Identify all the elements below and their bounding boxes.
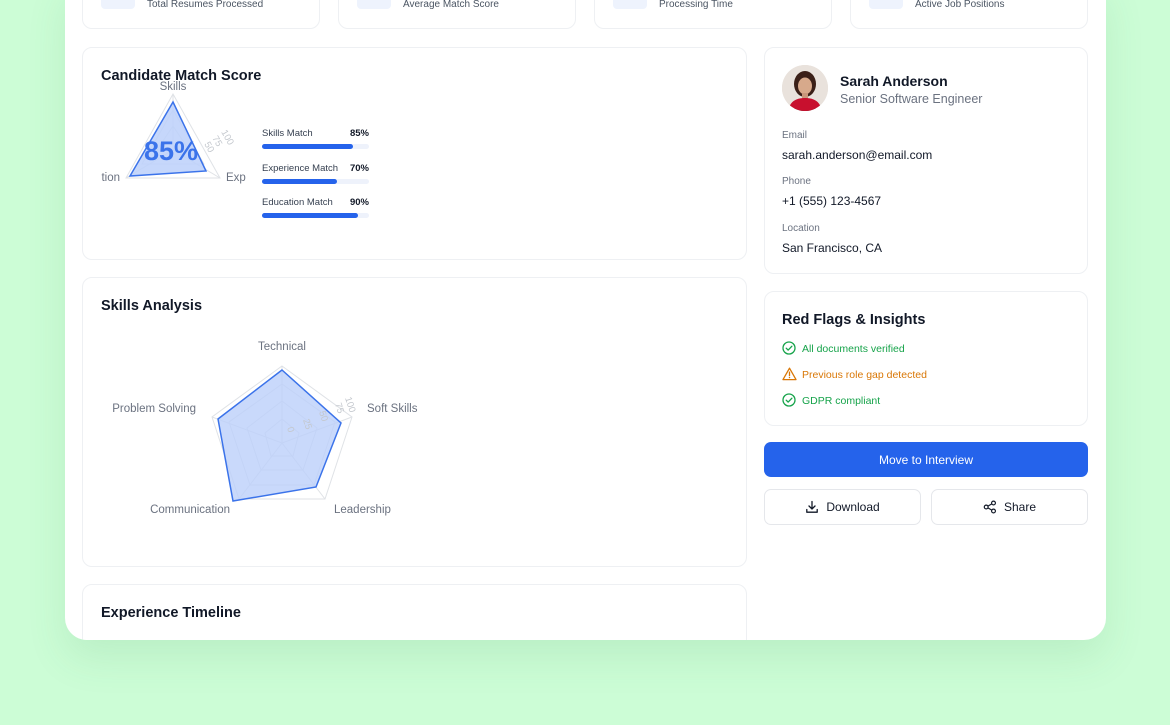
bar-fill <box>262 144 353 149</box>
stat-icon <box>869 0 903 9</box>
card-title: Red Flags & Insights <box>782 312 926 328</box>
radar-axis-technical: Technical <box>258 341 306 353</box>
radar-axis-skills: Skills <box>160 81 187 93</box>
share-label: Share <box>1003 500 1037 514</box>
bar-value: 85% <box>349 128 369 139</box>
move-to-interview-button[interactable]: Move to Interview <box>764 442 1088 477</box>
radar-axis-education: tion <box>101 172 120 184</box>
radar-axis-leadership: Leadership <box>334 504 391 516</box>
bar-fill <box>262 179 337 184</box>
stat-card-match[interactable]: Average Match Score <box>338 0 576 29</box>
phone-value[interactable]: +1 (555) 123-4567 <box>782 194 881 208</box>
email-value[interactable]: sarah.anderson@email.com <box>782 148 932 162</box>
bar-fill <box>262 213 359 218</box>
skills-radar-chart: 100 75 50 25 0 Technical Soft Skills Lea… <box>112 341 418 516</box>
radar-score-value: 85% <box>144 136 198 166</box>
stat-label: Active Job Positions <box>915 0 1005 10</box>
download-label: Download <box>826 500 880 514</box>
card-title: Experience Timeline <box>101 605 241 621</box>
share-button[interactable]: Share <box>931 489 1088 525</box>
email-label: Email <box>782 130 808 141</box>
bar-label: Skills Match <box>262 128 313 139</box>
insight-text: GDPR compliant <box>802 395 881 407</box>
bar-value: 70% <box>349 163 369 174</box>
insight-text: All documents verified <box>802 343 905 355</box>
skills-analysis-card: Skills Analysis 100 75 50 25 0 Technical… <box>82 277 747 567</box>
candidate-profile-card: Sarah Anderson Senior Software Engineer … <box>764 47 1088 274</box>
insight-text: Previous role gap detected <box>802 369 927 381</box>
bar-label: Education Match <box>262 197 333 208</box>
bar-track <box>262 213 369 218</box>
phone-label: Phone <box>782 176 811 187</box>
candidate-match-card: Candidate Match Score 100 75 50 Skills E… <box>82 47 747 260</box>
stat-card-jobs[interactable]: Active Job Positions <box>850 0 1088 29</box>
stat-label: Processing Time <box>659 0 733 10</box>
bar-track <box>262 179 369 184</box>
location-value: San Francisco, CA <box>782 241 883 255</box>
bar-value: 90% <box>349 197 369 208</box>
radar-axis-communication: Communication <box>150 504 230 516</box>
stat-label: Total Resumes Processed <box>147 0 264 10</box>
stat-label: Average Match Score <box>403 0 499 10</box>
bar-label: Experience Match <box>262 163 339 174</box>
stats-row: Total Resumes Processed Average Match Sc… <box>82 0 1088 29</box>
download-button[interactable]: Download <box>764 489 921 525</box>
avatar[interactable] <box>782 65 828 111</box>
download-icon <box>806 500 819 513</box>
insights-card: Red Flags & Insights All documents verif… <box>764 291 1088 426</box>
stat-icon <box>101 0 135 9</box>
radar-axis-soft-skills: Soft Skills <box>367 403 418 415</box>
share-icon <box>983 500 996 514</box>
match-radar-chart: 100 75 50 Skills Exp tion 85% <box>101 81 246 184</box>
radar-axis-problem-solving: Problem Solving <box>112 403 196 415</box>
check-circle-icon <box>782 341 796 355</box>
radar-tick-75: 75 <box>332 402 346 415</box>
check-circle-icon <box>782 393 796 407</box>
candidate-name: Sarah Anderson <box>840 73 948 89</box>
radar-axis-experience: Exp <box>226 172 246 184</box>
candidate-role: Senior Software Engineer <box>840 92 983 106</box>
dashboard-window: Total Resumes Processed Average Match Sc… <box>65 0 1106 640</box>
stat-card-time[interactable]: Processing Time <box>594 0 832 29</box>
experience-timeline-card: Experience Timeline <box>82 584 747 640</box>
stat-icon <box>613 0 647 9</box>
stat-icon <box>357 0 391 9</box>
avatar-image <box>782 65 828 111</box>
location-label: Location <box>782 223 820 234</box>
bar-track <box>262 144 369 149</box>
stat-card-resumes[interactable]: Total Resumes Processed <box>82 0 320 29</box>
warning-triangle-icon <box>782 367 797 381</box>
